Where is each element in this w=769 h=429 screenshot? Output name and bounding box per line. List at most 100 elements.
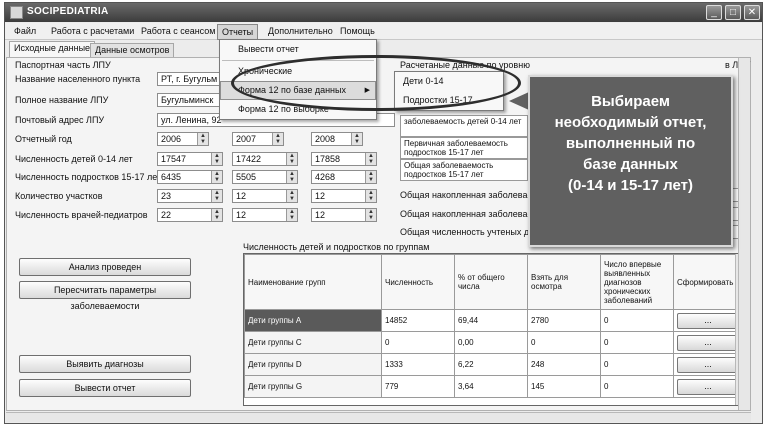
teens-label: Численность подростков 15-17 лет <box>15 172 162 182</box>
group-first[interactable]: 0 <box>600 375 674 398</box>
group-count[interactable]: 779 <box>381 375 455 398</box>
tab-exam-data[interactable]: Данные осмотров <box>90 43 175 57</box>
menu-item-form12-sample[interactable]: Форма 12 по выборке <box>220 100 376 119</box>
menu-reports[interactable]: Отчеты <box>217 24 259 40</box>
spinner-arrows-icon[interactable]: ▲ ▼ <box>365 153 376 165</box>
districts-2007-spinner[interactable]: 12 ▲ ▼ <box>232 189 298 203</box>
year-2-spinner[interactable]: 2007 ▲ ▼ <box>232 132 284 146</box>
group-take[interactable]: 0 <box>527 331 601 354</box>
teens-2008-spinner[interactable]: 4268 ▲ ▼ <box>311 170 377 184</box>
group-count[interactable]: 0 <box>381 331 455 354</box>
year-2-value: 2007 <box>236 134 257 144</box>
spinner-arrows-icon[interactable]: ▲ ▼ <box>351 133 362 145</box>
main-window: SOCIPEDIATRIA _ □ ✕ Файл Работа с расчет… <box>4 2 763 424</box>
group-name[interactable]: Дети группы C <box>244 331 382 354</box>
districts-2006-spinner[interactable]: 23 ▲ ▼ <box>157 189 223 203</box>
spinner-arrows-icon[interactable]: ▲ ▼ <box>286 190 297 202</box>
children-2006-spinner[interactable]: 17547 ▲ ▼ <box>157 152 223 166</box>
teens-2006-spinner[interactable]: 6435 ▲ ▼ <box>157 170 223 184</box>
recalculate-button[interactable]: Пересчитать параметры заболеваемости <box>19 281 191 311</box>
maximize-button[interactable]: □ <box>725 5 741 20</box>
submenu-item-children[interactable]: Дети 0-14 <box>395 72 503 91</box>
menu-item-form12-db[interactable]: Форма 12 по базе данных ▶ <box>220 81 376 100</box>
group-name[interactable]: Дети группы A <box>244 309 382 332</box>
districts-2008-value: 12 <box>315 191 326 201</box>
group-name[interactable]: Дети группы G <box>244 375 382 398</box>
panel-vertical-scrollbar[interactable] <box>738 58 750 410</box>
group-count[interactable]: 1333 <box>381 353 455 376</box>
group-take[interactable]: 2780 <box>527 309 601 332</box>
spinner-arrows-icon[interactable]: ▲ ▼ <box>211 153 222 165</box>
spinner-arrows-icon[interactable]: ▲ ▼ <box>286 153 297 165</box>
year-label: Отчетный год <box>15 134 72 144</box>
form-button[interactable]: ... <box>677 378 737 395</box>
callout-line: необходимый отчет, <box>554 114 707 131</box>
children-2008-spinner[interactable]: 17858 ▲ ▼ <box>311 152 377 166</box>
doctors-2007-spinner[interactable]: 12 ▲ ▼ <box>232 208 298 222</box>
spinner-arrows-icon[interactable]: ▲ ▼ <box>365 190 376 202</box>
menu-calculations[interactable]: Работа с расчетами <box>51 26 134 36</box>
close-button[interactable]: ✕ <box>744 5 760 20</box>
spinner-arrows-icon[interactable]: ▲ ▼ <box>286 171 297 183</box>
group-first[interactable]: 0 <box>600 331 674 354</box>
table-row[interactable]: Дети группы C 0 0,00 0 0 ... <box>244 331 738 354</box>
group-take[interactable]: 248 <box>527 353 601 376</box>
calc-list-item-3[interactable]: Общая заболеваемость подростков 15-17 ле… <box>400 159 528 181</box>
form-button[interactable]: ... <box>677 356 737 373</box>
title-bar[interactable]: SOCIPEDIATRIA _ □ ✕ <box>5 3 762 22</box>
spinner-arrows-icon[interactable]: ▲ ▼ <box>365 209 376 221</box>
menu-item-print-report[interactable]: Вывести отчет <box>220 40 376 59</box>
form-cell: ... <box>673 331 738 354</box>
menu-help[interactable]: Помощь <box>340 26 375 36</box>
analysis-done-button[interactable]: Анализ проведен <box>19 258 191 276</box>
submenu-item-teens[interactable]: Подростки 15-17 <box>395 91 503 110</box>
group-percent[interactable]: 6,22 <box>454 353 528 376</box>
table-row[interactable]: Дети группы D 1333 6,22 248 0 ... <box>244 353 738 376</box>
group-first[interactable]: 0 <box>600 353 674 376</box>
calc-header: Расчетаные данные по уровню <box>400 60 530 70</box>
col-header-form: Сформировать <box>673 254 738 310</box>
doctors-2008-spinner[interactable]: 12 ▲ ▼ <box>311 208 377 222</box>
group-count[interactable]: 14852 <box>381 309 455 332</box>
reports-menu: Вывести отчет Хронические Форма 12 по ба… <box>219 39 377 120</box>
menu-file[interactable]: Файл <box>14 26 36 36</box>
spinner-arrows-icon[interactable]: ▲ ▼ <box>211 209 222 221</box>
fullname-label: Полное название ЛПУ <box>15 95 109 105</box>
group-name[interactable]: Дети группы D <box>244 353 382 376</box>
minimize-button[interactable]: _ <box>706 5 722 20</box>
group-percent[interactable]: 0,00 <box>454 331 528 354</box>
form-button[interactable]: ... <box>677 312 737 329</box>
table-row[interactable]: Дети группы A 14852 69,44 2780 0 ... <box>244 309 738 332</box>
group-first[interactable]: 0 <box>600 309 674 332</box>
districts-2008-spinner[interactable]: 12 ▲ ▼ <box>311 189 377 203</box>
menu-extra[interactable]: Дополнительно <box>268 26 333 36</box>
settlement-label: Название населенного пункта <box>15 74 141 84</box>
doctors-label: Численность врачей-педиатров <box>15 210 148 220</box>
tab-source-data[interactable]: Исходные данные <box>9 41 96 57</box>
spinner-arrows-icon[interactable]: ▲ ▼ <box>197 133 208 145</box>
teens-2007-spinner[interactable]: 5505 ▲ ▼ <box>232 170 298 184</box>
table-row[interactable]: Дети группы G 779 3,64 145 0 ... <box>244 375 738 398</box>
spinner-arrows-icon[interactable]: ▲ ▼ <box>211 190 222 202</box>
year-3-spinner[interactable]: 2008 ▲ ▼ <box>311 132 363 146</box>
spinner-arrows-icon[interactable]: ▲ ▼ <box>211 171 222 183</box>
spinner-arrows-icon[interactable]: ▲ ▼ <box>286 209 297 221</box>
menu-item-chronic[interactable]: Хронические <box>220 62 376 81</box>
menu-session[interactable]: Работа с сеансом <box>141 26 215 36</box>
calc-list-item-2[interactable]: Первичная заболеваемость подростков 15-1… <box>400 137 528 159</box>
group-percent[interactable]: 3,64 <box>454 375 528 398</box>
doctors-2006-spinner[interactable]: 22 ▲ ▼ <box>157 208 223 222</box>
print-report-button[interactable]: Вывести отчет <box>19 379 191 397</box>
year-1-spinner[interactable]: 2006 ▲ ▼ <box>157 132 209 146</box>
districts-2006-value: 23 <box>161 191 172 201</box>
panel-horizontal-scrollbar[interactable] <box>6 412 751 422</box>
children-2007-spinner[interactable]: 17422 ▲ ▼ <box>232 152 298 166</box>
spinner-arrows-icon[interactable]: ▲ ▼ <box>272 133 283 145</box>
group-percent[interactable]: 69,44 <box>454 309 528 332</box>
find-diagnoses-button[interactable]: Выявить диагнозы <box>19 355 191 373</box>
calc-list-item-1[interactable]: заболеваемость детей 0-14 лет <box>400 115 528 137</box>
form-button[interactable]: ... <box>677 334 737 351</box>
spinner-arrows-icon[interactable]: ▲ ▼ <box>365 171 376 183</box>
section-title: Паспортная часть ЛПУ <box>15 60 111 70</box>
group-take[interactable]: 145 <box>527 375 601 398</box>
